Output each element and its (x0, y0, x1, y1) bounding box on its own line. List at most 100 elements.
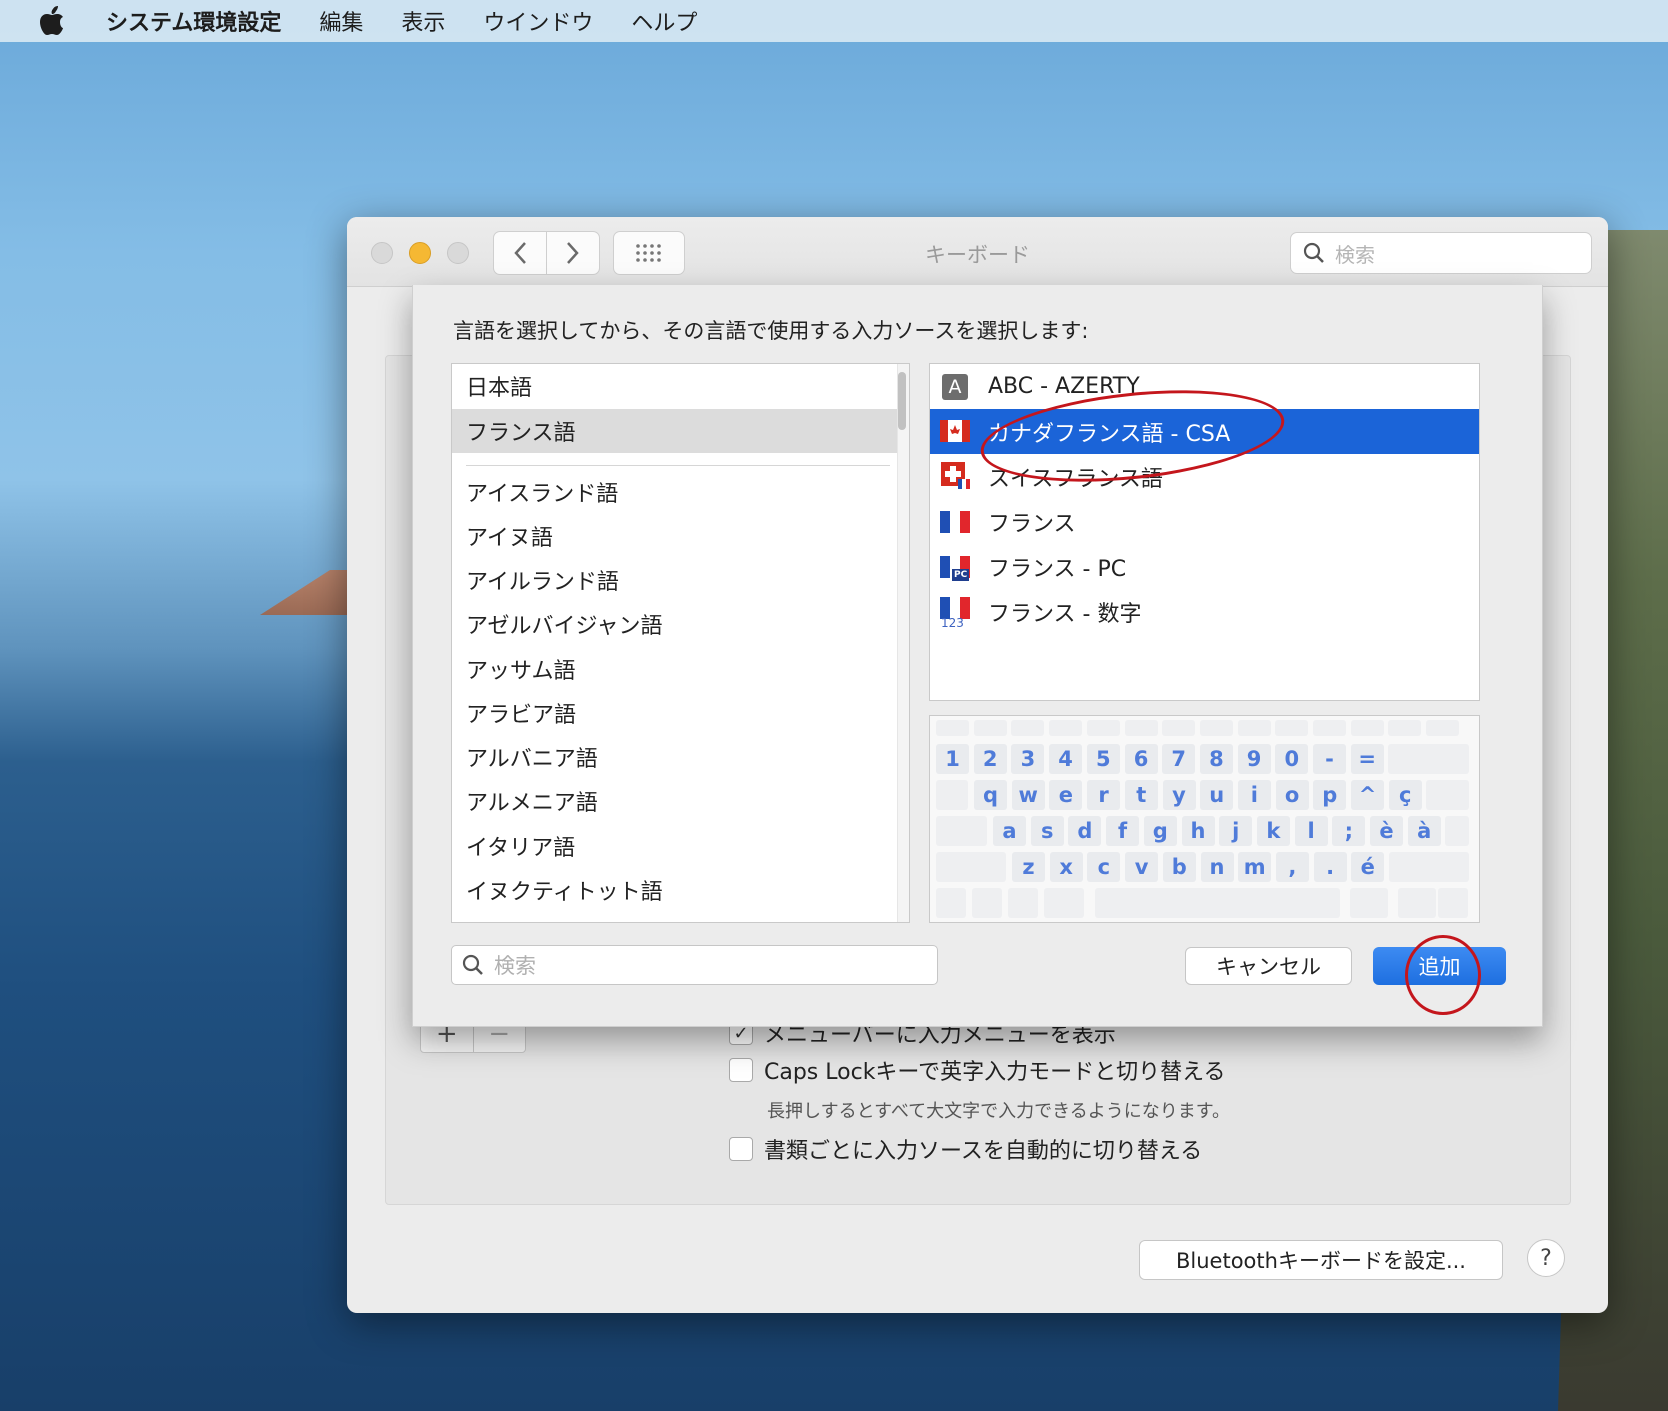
keyboard-key-blank (1086, 720, 1120, 736)
language-divider (466, 465, 890, 466)
apple-menu-icon[interactable] (38, 6, 66, 36)
keyboard-key-blank (1049, 720, 1083, 736)
keyboard-key-blank (936, 720, 969, 736)
keyboard-key-blank (1162, 720, 1196, 736)
language-item[interactable]: アイヌ語 (452, 514, 900, 558)
window-search-field[interactable]: 検索 (1290, 232, 1592, 274)
menu-window[interactable]: ウインドウ (483, 5, 593, 37)
menu-help[interactable]: ヘルプ (631, 5, 697, 37)
language-item-selected[interactable]: フランス語 (452, 409, 900, 453)
add-input-source-sheet: 言語を選択してから、その言語で使用する入力ソースを選択します: 日本語 フランス… (412, 285, 1543, 1027)
keyboard-key-blank (1199, 720, 1233, 736)
keyboard-key: à (1407, 816, 1441, 846)
capslock-switch-checkbox[interactable] (729, 1058, 753, 1082)
keyboard-key-blank (1095, 888, 1340, 918)
keyboard-key: - (1313, 744, 1346, 774)
france-numeric-flag-icon: 123 (940, 596, 972, 630)
keyboard-key-blank (936, 852, 1006, 882)
language-item[interactable]: 日本語 (452, 364, 900, 408)
keyboard-key: p (1313, 780, 1347, 810)
keyboard-key: , (1275, 852, 1309, 882)
language-item[interactable]: アラビア語 (452, 691, 900, 735)
source-item-french-numeric[interactable]: 123 フランス - 数字 (930, 589, 1479, 634)
keyboard-key: ç (1388, 780, 1422, 810)
source-item-french[interactable]: フランス (930, 499, 1479, 544)
keyboard-key-blank (1350, 720, 1384, 736)
language-item[interactable]: イタリア語 (452, 824, 900, 868)
keyboard-key: x (1049, 852, 1083, 882)
keyboard-key: w (1011, 780, 1045, 810)
keyboard-preferences-window: キーボード 検索 + − ✓ メニューバーに入力メニューを表示 Caps Loc… (347, 217, 1608, 1313)
menu-app-name[interactable]: システム環境設定 (106, 5, 281, 37)
keyboard-key: 2 (973, 744, 1007, 774)
keyboard-key: = (1350, 744, 1384, 774)
keyboard-key: k (1256, 816, 1290, 846)
source-item-french-pc[interactable]: PC フランス - PC (930, 544, 1479, 589)
keyboard-key: e (1049, 780, 1083, 810)
keyboard-key: 0 (1275, 744, 1309, 774)
menu-view[interactable]: 表示 (401, 5, 445, 37)
help-button[interactable]: ? (1527, 1239, 1565, 1277)
keyboard-key: v (1125, 852, 1159, 882)
keyboard-key-blank (1389, 852, 1469, 882)
keyboard-key-blank (1011, 720, 1045, 736)
option-capslock-switch[interactable]: Caps Lockキーで英字入力モードと切り替える (729, 1054, 1225, 1086)
keyboard-key-blank (1008, 888, 1038, 918)
source-label: スイスフランス語 (988, 466, 1163, 492)
keyboard-key: 4 (1049, 744, 1083, 774)
language-item[interactable]: アッサム語 (452, 647, 900, 691)
scrollbar-thumb[interactable] (898, 372, 906, 430)
canada-flag-icon (940, 416, 972, 448)
keyboard-key: è (1370, 816, 1403, 846)
keyboard-key: j (1219, 816, 1253, 846)
keyboard-key: 1 (936, 744, 969, 774)
bluetooth-keyboard-button[interactable]: Bluetoothキーボードを設定... (1139, 1240, 1503, 1280)
keyboard-key-blank (1275, 720, 1309, 736)
language-item[interactable]: アルメニア語 (452, 779, 900, 823)
keyboard-key-blank (1445, 816, 1469, 846)
keyboard-key: . (1313, 852, 1347, 882)
keyboard-key: ; (1332, 816, 1366, 846)
menu-bar: システム環境設定 編集 表示 ウインドウ ヘルプ (0, 0, 1668, 42)
language-list[interactable]: 日本語 フランス語 アイスランド語 アイヌ語 アイルランド語 アゼルバイジャン語… (451, 363, 910, 923)
language-item[interactable]: イヌクティトット語 (452, 868, 900, 912)
language-list-scrollbar[interactable] (897, 364, 909, 922)
window-search-placeholder: 検索 (1335, 242, 1375, 267)
auto-switch-checkbox[interactable] (729, 1137, 753, 1161)
keyboard-key: s (1030, 816, 1064, 846)
keyboard-key: f (1106, 816, 1140, 846)
option-auto-switch[interactable]: 書類ごとに入力ソースを自動的に切り替える (729, 1133, 1202, 1165)
language-item[interactable]: アイスランド語 (452, 470, 900, 514)
keyboard-key-blank (973, 720, 1007, 736)
keyboard-key-blank (1388, 744, 1469, 774)
keyboard-key: u (1200, 780, 1234, 810)
keyboard-key: h (1181, 816, 1215, 846)
keyboard-key: m (1238, 852, 1272, 882)
keyboard-key: ^ (1351, 780, 1384, 810)
keyboard-key: 7 (1162, 744, 1196, 774)
source-item-swiss-french[interactable]: スイスフランス語 (930, 454, 1479, 499)
source-item-abc-azerty[interactable]: A ABC - AZERTY (930, 364, 1479, 409)
keyboard-key: r (1087, 780, 1121, 810)
keyboard-key-blank (1313, 720, 1346, 736)
keyboard-key-blank (1426, 720, 1460, 736)
menu-edit[interactable]: 編集 (319, 5, 363, 37)
source-label: フランス (988, 511, 1076, 537)
language-item[interactable]: アイルランド語 (452, 558, 900, 602)
language-search-field[interactable]: 検索 (451, 945, 938, 985)
add-button[interactable]: 追加 (1373, 947, 1506, 985)
input-source-list[interactable]: A ABC - AZERTY カナダフランス語 - CSA スイスフランス語 フ… (929, 363, 1480, 701)
france-pc-flag-icon: PC (940, 551, 972, 583)
source-label: ABC - AZERTY (988, 374, 1140, 399)
keyboard-key-blank (1426, 780, 1469, 810)
search-icon (1303, 242, 1324, 263)
keyboard-key: c (1087, 852, 1121, 882)
auto-switch-label: 書類ごとに入力ソースを自動的に切り替える (764, 1139, 1203, 1164)
cancel-button[interactable]: キャンセル (1185, 947, 1352, 985)
source-item-canadian-french-csa[interactable]: カナダフランス語 - CSA (930, 409, 1479, 454)
language-item[interactable]: アルバニア語 (452, 735, 900, 779)
language-item[interactable]: アゼルバイジャン語 (452, 602, 900, 646)
abc-icon: A (940, 371, 972, 403)
keyboard-key: 6 (1124, 744, 1158, 774)
keyboard-key-blank (972, 888, 1002, 918)
